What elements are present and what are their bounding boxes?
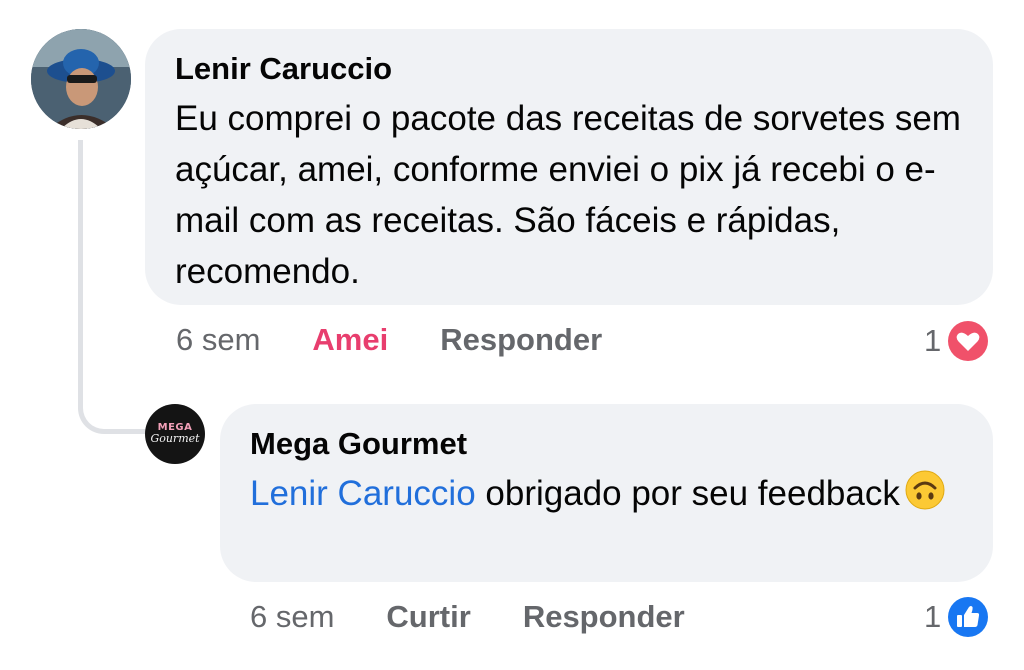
comment-bubble: Lenir Caruccio Eu comprei o pacote das r… — [145, 29, 993, 305]
reply-timestamp[interactable]: 6 sem — [250, 599, 334, 635]
logo-text-bottom: Gourmet — [150, 432, 200, 445]
reply-text-block: Lenir Caruccio obrigado por seu feedback — [250, 468, 963, 519]
comment-text: Eu comprei o pacote das receitas de sorv… — [175, 99, 961, 291]
like-icon — [948, 597, 989, 637]
reaction-summary[interactable]: 1 — [924, 596, 989, 638]
reply-text: obrigado por seu feedback — [485, 474, 900, 513]
page-avatar[interactable]: MEGA Gourmet — [145, 404, 205, 464]
reply-actions: 6 sem Curtir Responder — [250, 599, 685, 635]
comment-author[interactable]: Lenir Caruccio — [175, 49, 963, 89]
love-reaction-button[interactable]: Amei — [312, 322, 388, 358]
reply-button[interactable]: Responder — [440, 322, 602, 358]
upside-down-face-emoji — [905, 470, 945, 510]
love-icon — [948, 321, 989, 361]
avatar[interactable] — [31, 29, 131, 129]
reply-author[interactable]: Mega Gourmet — [250, 424, 963, 464]
reaction-summary[interactable]: 1 — [924, 320, 989, 362]
profile-photo — [31, 29, 131, 129]
comment-timestamp[interactable]: 6 sem — [176, 322, 260, 358]
reaction-count: 1 — [924, 323, 942, 358]
reaction-count: 1 — [924, 599, 942, 634]
reply-button[interactable]: Responder — [523, 599, 685, 635]
reply-bubble: Mega Gourmet Lenir Caruccio obrigado por… — [220, 404, 993, 582]
like-button[interactable]: Curtir — [386, 599, 470, 635]
reply-thread-line — [78, 140, 146, 434]
comment-actions: 6 sem Amei Responder — [176, 322, 602, 358]
mention-link[interactable]: Lenir Caruccio — [250, 474, 476, 513]
